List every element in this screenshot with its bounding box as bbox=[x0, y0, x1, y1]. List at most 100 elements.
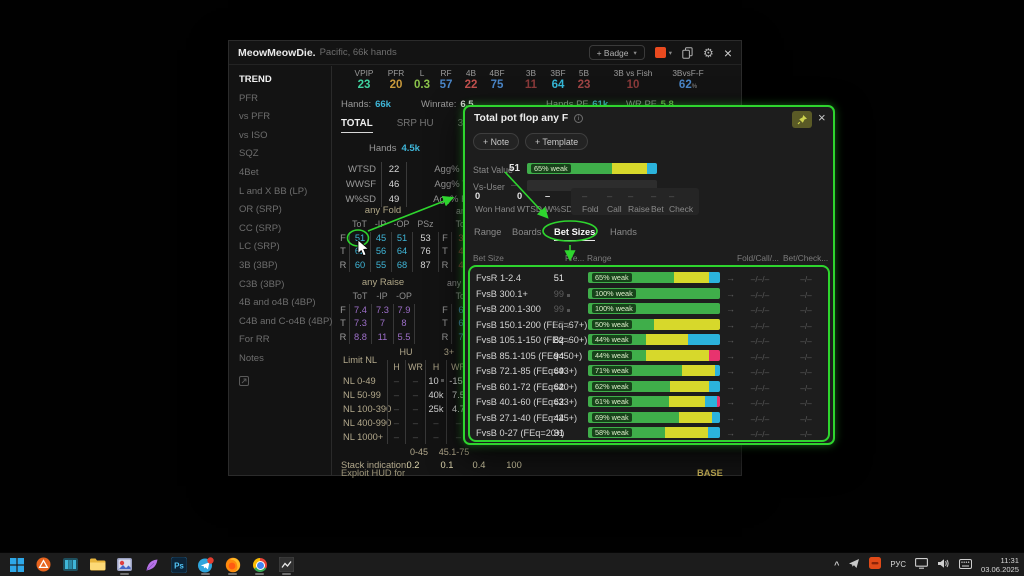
bar-weak-label: 44% weak bbox=[592, 335, 632, 344]
stat-value: 0.3 bbox=[411, 79, 433, 91]
arrow-right-icon: → bbox=[726, 397, 735, 407]
action-label: Fold bbox=[582, 204, 599, 214]
bet-size-row[interactable]: FvsB 300.1+99100% weak→–/–/––/– bbox=[470, 286, 828, 302]
bet-size-label: FvsR 1-2.4 bbox=[476, 273, 521, 283]
pink-segment bbox=[709, 350, 720, 361]
stat-cell: 7.3 bbox=[349, 317, 371, 331]
sidebar-item-cc-srp[interactable]: CC (SRP) bbox=[229, 220, 331, 239]
panel-toggle-icon[interactable] bbox=[239, 373, 331, 391]
popup-tab-range[interactable]: Range bbox=[474, 227, 501, 240]
sidebar-item-c3b-3bp[interactable]: C3B (3BP) bbox=[229, 276, 331, 295]
bet-size-row[interactable]: FvsR 1-2.45165% weak→–/–/––/– bbox=[470, 270, 828, 286]
bet-check-value: –/– bbox=[784, 383, 828, 393]
sidebar-item-notes[interactable]: Notes bbox=[229, 350, 331, 369]
bet-check-value: –/– bbox=[784, 305, 828, 315]
telegram-tray-icon[interactable] bbox=[848, 556, 860, 574]
bar-weak-label: 100% weak bbox=[592, 289, 636, 298]
bet-size-label: FvsB 150.1-200 (FEq=67+) bbox=[476, 320, 587, 330]
note-button[interactable]: + Note bbox=[473, 133, 519, 150]
any-fold-table: ToT-IP-OPPSzF51455153T62566476R60556887 bbox=[337, 218, 439, 272]
badge-button-label: + Badge bbox=[597, 48, 629, 58]
cyan-segment bbox=[709, 381, 720, 392]
sidebar-item-3b-3bp[interactable]: 3B (3BP) bbox=[229, 257, 331, 276]
color-swatch-icon bbox=[655, 47, 666, 58]
gear-icon[interactable]: ⚙ bbox=[703, 47, 714, 59]
tray-chevron-icon[interactable]: ^ bbox=[834, 560, 839, 570]
window-titlebar: MeowMeowDie. Pacific, 66k hands + Badge▾… bbox=[229, 41, 741, 65]
popup-tab-boards[interactable]: Boards bbox=[512, 227, 541, 240]
sidebar-item-pfr[interactable]: PFR bbox=[229, 90, 331, 109]
popup-tab-hands[interactable]: Hands bbox=[610, 227, 637, 240]
vs-user-value: – bbox=[511, 180, 516, 191]
panels-app-icon[interactable] bbox=[60, 555, 81, 575]
limit-cell: 25k bbox=[425, 402, 446, 416]
bet-size-row[interactable]: FvsB 72.1-85 (FEq=43+)6971% weak→–/–/––/… bbox=[470, 363, 828, 379]
bet-size-row[interactable]: FvsB 60.1-72 (FEq=40+)6262% weak→–/–/––/… bbox=[470, 379, 828, 395]
file-explorer-icon[interactable] bbox=[87, 555, 108, 575]
info-icon[interactable]: i bbox=[574, 114, 583, 123]
popup-tab-bet-sizes[interactable]: Bet Sizes bbox=[554, 227, 595, 241]
bet-size-value: 31 bbox=[538, 428, 564, 438]
cast-icon[interactable] bbox=[915, 556, 928, 574]
bet-size-row[interactable]: FvsB 85.1-105 (FEq=50+)9444% weak→–/–/––… bbox=[470, 348, 828, 364]
limit-cell: – bbox=[387, 388, 405, 402]
bet-size-row[interactable]: FvsB 27.1-40 (FEq=25+)4469% weak→–/–/––/… bbox=[470, 410, 828, 426]
badge-button[interactable]: + Badge▾ bbox=[589, 45, 645, 60]
cyan-segment bbox=[708, 427, 720, 438]
hand2note-icon[interactable] bbox=[276, 555, 297, 575]
red-app-tray-icon[interactable] bbox=[869, 556, 881, 574]
screenshot-tool-icon[interactable] bbox=[114, 555, 135, 575]
pin-button[interactable] bbox=[792, 111, 812, 128]
column-header-bet-check: Bet/Check... bbox=[783, 253, 828, 263]
sidebar-item-vs-iso[interactable]: vs ISO bbox=[229, 127, 331, 146]
sidebar-item-4bet[interactable]: 4Bet bbox=[229, 164, 331, 183]
photoshop-icon[interactable]: Ps bbox=[168, 555, 189, 575]
template-button[interactable]: + Template bbox=[525, 133, 588, 150]
sidebar-item-4b-and-o4b-4bp[interactable]: 4B and o4B (4BP) bbox=[229, 294, 331, 313]
sidebar-item-c4b-and-c-o4b-4bp[interactable]: C4B and C-o4B (4BP) bbox=[229, 313, 331, 332]
bet-size-row[interactable]: FvsB 150.1-200 (FEq=67+)6750% weak→–/–/–… bbox=[470, 317, 828, 333]
stat-value-bar: 65% weak bbox=[527, 163, 657, 174]
limit-cell: – bbox=[387, 416, 405, 430]
bet-size-row[interactable]: FvsB 0-27 (FEq=20+)3158% weak→–/–/––/– bbox=[470, 425, 828, 441]
sidebar-item-or-srp[interactable]: OR (SRP) bbox=[229, 201, 331, 220]
limit-cell: – bbox=[405, 430, 425, 444]
keyboard-icon[interactable] bbox=[959, 556, 972, 574]
sidebar-item-trend[interactable]: TREND bbox=[229, 71, 331, 90]
column-header-fre: Fre... bbox=[565, 253, 584, 263]
sidebar-item-for-rr[interactable]: For RR bbox=[229, 331, 331, 350]
color-swatch-button[interactable]: ▾ bbox=[655, 47, 672, 58]
stat-value: 46 bbox=[381, 177, 407, 192]
clock[interactable]: 11:31 03.06.2025 bbox=[981, 556, 1019, 574]
sidebar-item-l-and-x-bb-lp[interactable]: L and X BB (LP) bbox=[229, 183, 331, 202]
stat-value: 20 bbox=[381, 79, 411, 91]
popup-close-icon[interactable]: × bbox=[818, 110, 826, 125]
telegram-icon[interactable] bbox=[195, 555, 216, 575]
bet-size-row[interactable]: FvsB 40.1-60 (FEq=33+)6261% weak→–/–/––/… bbox=[470, 394, 828, 410]
fold-call-value: –/–/– bbox=[736, 305, 784, 315]
bet-size-row[interactable]: FvsB 105.1-150 (FEq=60+)8244% weak→–/–/–… bbox=[470, 332, 828, 348]
stat-column-vpip: VPIP23 bbox=[347, 68, 381, 91]
bet-size-row[interactable]: FvsB 200.1-30099100% weak→–/–/––/– bbox=[470, 301, 828, 317]
stat-header: L bbox=[411, 68, 433, 78]
sidebar-item-vs-pfr[interactable]: vs PFR bbox=[229, 108, 331, 127]
sidebar-item-lc-srp[interactable]: LC (SRP) bbox=[229, 238, 331, 257]
yellow-segment bbox=[674, 272, 710, 283]
chrome-icon[interactable] bbox=[249, 555, 270, 575]
sidebar-item-sqz[interactable]: SQZ bbox=[229, 145, 331, 164]
volume-icon[interactable] bbox=[937, 556, 950, 574]
limit-cell: – bbox=[405, 416, 425, 430]
firefox-icon[interactable] bbox=[222, 555, 243, 575]
orange-triangle-app-icon[interactable] bbox=[33, 555, 54, 575]
feather-icon[interactable] bbox=[141, 555, 162, 575]
cyan-segment bbox=[688, 334, 720, 345]
language-indicator[interactable]: РУС bbox=[890, 560, 906, 569]
copy-icon[interactable] bbox=[682, 47, 693, 59]
tab-total[interactable]: TOTAL bbox=[341, 118, 373, 133]
close-icon[interactable]: × bbox=[724, 47, 732, 59]
action-summary-panel: –Fold–Call–Raise–Bet–Check bbox=[571, 188, 699, 215]
exploit-hud-value: BASE bbox=[697, 468, 723, 478]
tab-srp-hu[interactable]: SRP HU bbox=[397, 118, 434, 133]
column-header: ToT bbox=[349, 218, 370, 232]
start-icon[interactable] bbox=[6, 555, 27, 575]
